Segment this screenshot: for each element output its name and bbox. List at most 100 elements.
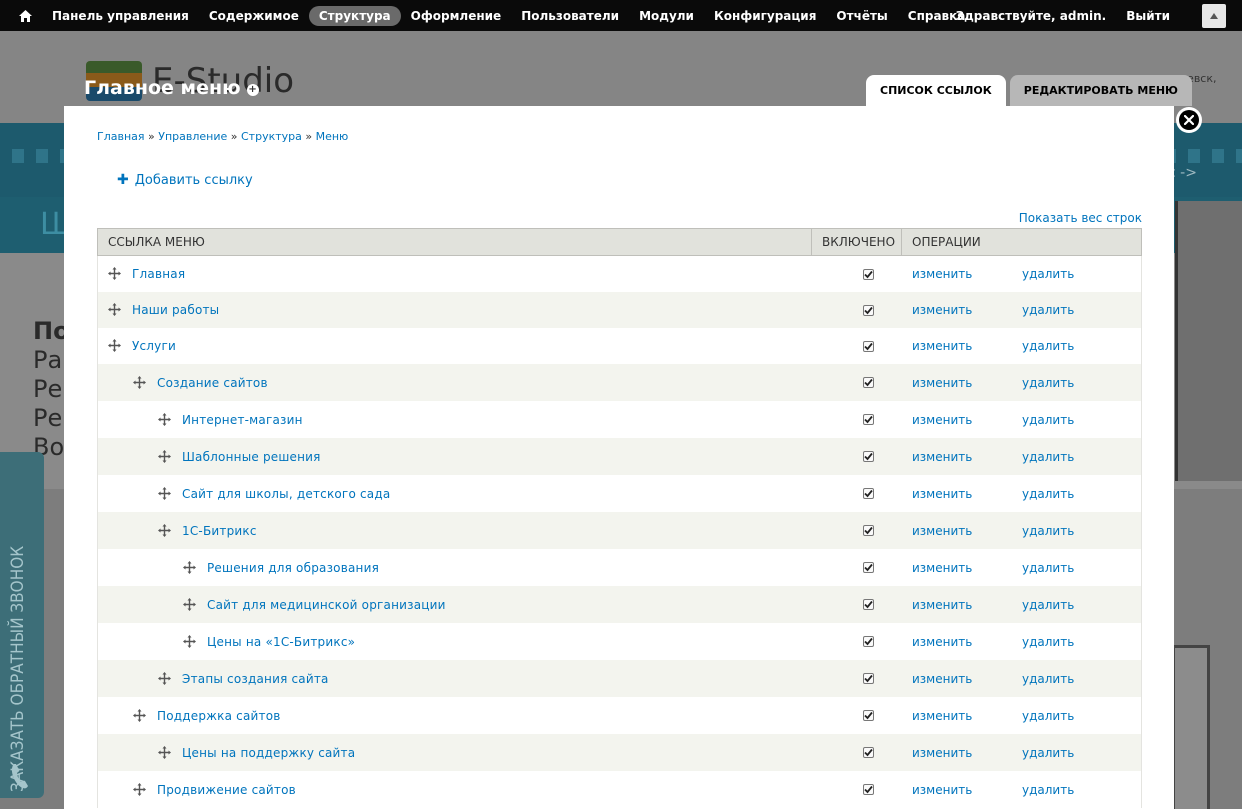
enabled-checkbox[interactable] [862, 268, 874, 280]
enabled-checkbox[interactable] [862, 525, 874, 536]
enabled-checkbox[interactable] [862, 636, 874, 647]
menu-link[interactable]: Сайт для медицинской организации [207, 598, 446, 612]
delete-link[interactable]: удалить [1022, 524, 1141, 538]
menu-link[interactable]: Создание сайтов [157, 376, 268, 390]
edit-link[interactable]: изменить [902, 267, 1022, 281]
menu-link[interactable]: Поддержка сайтов [157, 709, 281, 723]
menu-link[interactable]: Сайт для школы, детского сада [182, 487, 390, 501]
delete-link[interactable]: удалить [1022, 413, 1141, 427]
tab-link-list[interactable]: Список ссылок [866, 75, 1006, 106]
delete-link[interactable]: удалить [1022, 561, 1141, 575]
menu-link[interactable]: Этапы создания сайта [182, 672, 329, 686]
menu-link[interactable]: Главная [132, 267, 185, 281]
menu-link[interactable]: Интернет-магазин [182, 413, 303, 427]
enabled-checkbox[interactable] [862, 340, 874, 352]
edit-link[interactable]: изменить [902, 303, 1022, 317]
toolbar-item[interactable]: Пользователи [511, 6, 629, 26]
enabled-checkbox[interactable] [862, 377, 874, 388]
delete-link[interactable]: удалить [1022, 783, 1141, 797]
toolbar-toggle-button[interactable] [1202, 3, 1226, 28]
menu-link[interactable]: Продвижение сайтов [157, 783, 296, 797]
edit-link[interactable]: изменить [902, 783, 1022, 797]
enabled-checkbox[interactable] [862, 414, 874, 425]
drag-handle-icon[interactable] [133, 708, 147, 723]
enabled-checkbox[interactable] [862, 488, 874, 499]
delete-link[interactable]: удалить [1022, 487, 1141, 501]
breadcrumb-link[interactable]: Управление [158, 130, 227, 143]
enabled-checkbox[interactable] [862, 451, 874, 462]
edit-link[interactable]: изменить [902, 672, 1022, 686]
drag-handle-icon[interactable] [108, 339, 122, 353]
menu-link[interactable]: Решения для образования [207, 561, 379, 575]
delete-link[interactable]: удалить [1022, 376, 1141, 390]
menu-link-cell: Сайт для школы, детского сада [98, 486, 812, 501]
delete-link[interactable]: удалить [1022, 635, 1141, 649]
breadcrumb-link[interactable]: Главная [97, 130, 145, 143]
drag-handle-icon[interactable] [158, 449, 172, 464]
edit-link[interactable]: изменить [902, 524, 1022, 538]
menu-link[interactable]: 1С-Битрикс [182, 524, 257, 538]
drag-handle-icon[interactable] [108, 303, 122, 317]
delete-link[interactable]: удалить [1022, 672, 1141, 686]
menu-link[interactable]: Цены на поддержку сайта [182, 746, 355, 760]
enabled-checkbox[interactable] [862, 673, 874, 684]
drag-handle-icon[interactable] [158, 412, 172, 427]
drag-handle-icon[interactable] [183, 597, 197, 612]
close-overlay-button[interactable] [1176, 107, 1202, 133]
add-to-shortcuts-icon[interactable]: + [246, 84, 259, 96]
edit-link[interactable]: изменить [902, 561, 1022, 575]
drag-handle-icon[interactable] [158, 671, 172, 686]
delete-link[interactable]: удалить [1022, 339, 1141, 353]
enabled-checkbox[interactable] [862, 784, 874, 795]
toolbar-item[interactable]: Модули [629, 6, 704, 26]
delete-link[interactable]: удалить [1022, 709, 1141, 723]
enabled-checkbox[interactable] [862, 304, 874, 316]
drag-handle-icon[interactable] [158, 523, 172, 538]
delete-link[interactable]: удалить [1022, 303, 1141, 317]
edit-link[interactable]: изменить [902, 709, 1022, 723]
edit-link[interactable]: изменить [902, 598, 1022, 612]
menu-link[interactable]: Наши работы [132, 303, 219, 317]
toolbar-item[interactable]: Содержимое [199, 6, 309, 26]
edit-link[interactable]: изменить [902, 635, 1022, 649]
drag-handle-icon[interactable] [158, 486, 172, 501]
home-icon[interactable] [14, 5, 36, 27]
drag-handle-icon[interactable] [133, 375, 147, 390]
breadcrumb-link[interactable]: Структура [241, 130, 302, 143]
add-link-button[interactable]: ✚ Добавить ссылку [117, 172, 253, 188]
toolbar-item[interactable]: Структура [308, 5, 401, 26]
toolbar-item[interactable]: Панель управления [42, 6, 199, 26]
edit-link[interactable]: изменить [902, 376, 1022, 390]
enabled-checkbox[interactable] [862, 599, 874, 610]
enabled-checkbox[interactable] [862, 747, 874, 758]
edit-link[interactable]: изменить [902, 487, 1022, 501]
edit-link[interactable]: изменить [902, 746, 1022, 760]
drag-handle-icon[interactable] [108, 267, 122, 281]
enabled-checkbox[interactable] [862, 710, 874, 721]
toolbar-item[interactable]: Конфигурация [704, 6, 826, 26]
drag-handle-icon[interactable] [158, 745, 172, 760]
edit-link[interactable]: изменить [902, 413, 1022, 427]
overlay-tabs: Список ссылок Редактировать меню [866, 75, 1192, 106]
breadcrumb-link[interactable]: Меню [316, 130, 349, 143]
username-link[interactable]: admin [1060, 9, 1102, 23]
delete-link[interactable]: удалить [1022, 450, 1141, 464]
toolbar-item[interactable]: Отчёты [826, 6, 897, 26]
tab-edit-menu[interactable]: Редактировать меню [1009, 75, 1192, 106]
drag-handle-icon[interactable] [183, 634, 197, 649]
show-row-weights-link[interactable]: Показать вес строк [1019, 211, 1142, 225]
menu-link[interactable]: Цены на «1С-Битрикс» [207, 635, 355, 649]
delete-link[interactable]: удалить [1022, 598, 1141, 612]
menu-link[interactable]: Шаблонные решения [182, 450, 321, 464]
delete-link[interactable]: удалить [1022, 746, 1141, 760]
callback-tab[interactable]: ЗАКАЗАТЬ ОБРАТНЫЙ ЗВОНОК [0, 452, 44, 798]
drag-handle-icon[interactable] [133, 782, 147, 797]
drag-handle-icon[interactable] [183, 560, 197, 575]
edit-link[interactable]: изменить [902, 339, 1022, 353]
logout-link[interactable]: Выйти [1126, 9, 1170, 23]
edit-link[interactable]: изменить [902, 450, 1022, 464]
toolbar-item[interactable]: Оформление [401, 6, 512, 26]
menu-link[interactable]: Услуги [132, 339, 176, 353]
delete-link[interactable]: удалить [1022, 267, 1141, 281]
enabled-checkbox[interactable] [862, 562, 874, 573]
